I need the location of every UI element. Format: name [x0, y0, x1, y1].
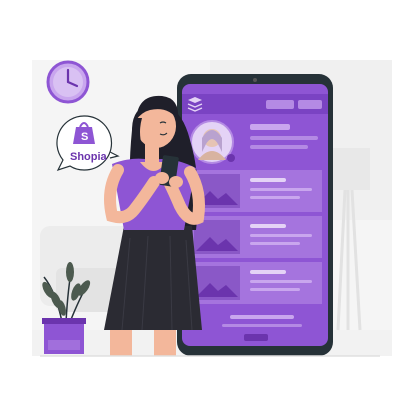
image-placeholder-icon: [194, 266, 240, 300]
clock-icon: [46, 60, 90, 104]
list-item[interactable]: [190, 262, 322, 304]
svg-text:S: S: [81, 131, 88, 143]
header-button-2[interactable]: [298, 100, 322, 109]
list-item[interactable]: [190, 216, 322, 258]
brand-name: Shopia: [70, 151, 108, 163]
home-button[interactable]: [244, 334, 268, 341]
image-placeholder-icon: [194, 220, 240, 254]
illustration-scene: S Shopia: [32, 60, 392, 357]
header-button-1[interactable]: [266, 100, 294, 109]
list-item[interactable]: [190, 170, 322, 212]
